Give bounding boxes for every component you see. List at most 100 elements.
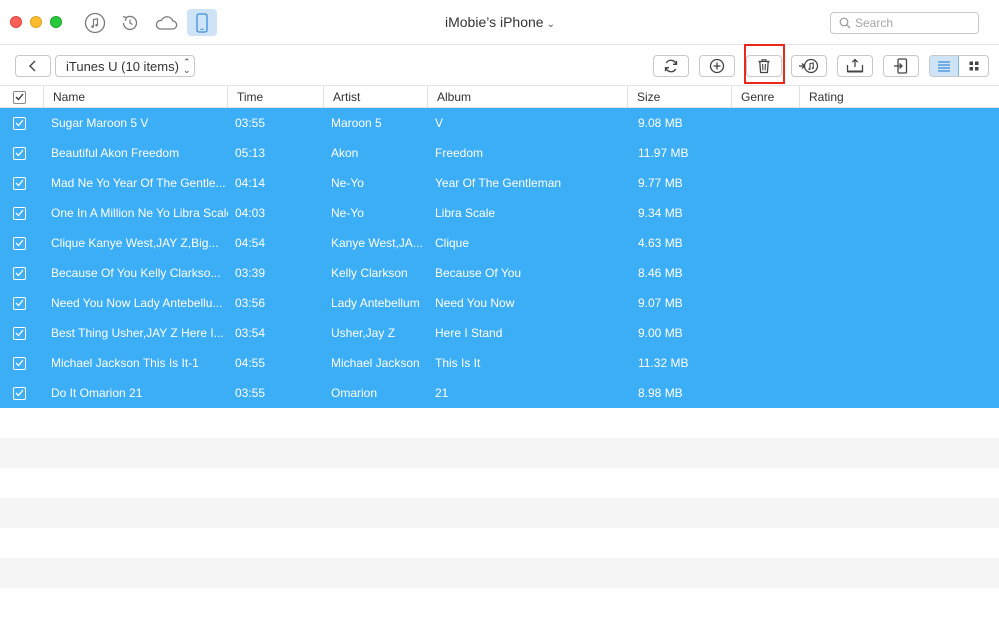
cell-genre — [732, 198, 800, 228]
cell-album: Year Of The Gentleman — [435, 176, 562, 190]
cell-time: 04:03 — [235, 206, 266, 220]
cell-artist: Usher,Jay Z — [331, 326, 396, 340]
list-view-button[interactable] — [930, 56, 960, 76]
cell-rating — [800, 348, 999, 378]
add-button[interactable] — [699, 55, 735, 77]
column-header-size[interactable]: Size — [628, 86, 732, 108]
table-row[interactable]: Sugar Maroon 5 V 03:55 Maroon 5 V 9.08 MB — [0, 108, 999, 138]
back-arrow-icon — [29, 60, 36, 72]
cell-genre — [732, 288, 800, 318]
cell-time: 03:56 — [235, 296, 266, 310]
select-all-checkbox[interactable] — [13, 90, 26, 104]
row-checkbox-cell — [0, 168, 44, 198]
table-row[interactable]: Because Of You Kelly Clarkso... 03:39 Kell… — [0, 258, 999, 288]
cell-genre — [732, 378, 800, 408]
empty-rows — [0, 408, 999, 618]
cell-time: 04:55 — [235, 356, 266, 370]
table-row[interactable]: Beautiful Akon Freedom 05:13 Akon Freedom 11… — [0, 138, 999, 168]
column-header-album[interactable]: Album — [428, 86, 628, 108]
music-icon — [84, 12, 106, 33]
checkmark-icon — [15, 359, 24, 367]
row-checkbox[interactable] — [13, 206, 26, 220]
table-row[interactable]: One In A Million Ne Yo Libra Scale 04:03 N… — [0, 198, 999, 228]
cloud-icon — [155, 15, 178, 30]
cell-name: Clique Kanye West,JAY Z,Big... — [51, 236, 219, 250]
restore-tab[interactable] — [115, 9, 145, 36]
category-select[interactable]: iTunes U (10 items) ⌃ ⌄ — [55, 55, 195, 77]
add-icon — [709, 58, 725, 74]
to-itunes-button[interactable] — [791, 55, 827, 77]
checkmark-icon — [15, 119, 24, 127]
send-to-device-button[interactable] — [883, 55, 919, 77]
row-checkbox[interactable] — [13, 116, 26, 130]
cell-name: Michael Jackson This Is It-1 — [51, 356, 199, 370]
table-row[interactable]: Best Thing Usher,JAY Z Here I... 03:54 Ush… — [0, 318, 999, 348]
cell-size: 8.98 MB — [638, 386, 683, 400]
row-checkbox[interactable] — [13, 326, 26, 340]
column-header-artist[interactable]: Artist — [324, 86, 428, 108]
cell-name: Need You Now Lady Antebellu... — [51, 296, 223, 310]
cell-rating — [800, 318, 999, 348]
minimize-window-button[interactable] — [30, 16, 42, 28]
empty-row — [0, 438, 999, 468]
cell-rating — [800, 378, 999, 408]
empty-row — [0, 558, 999, 588]
table-row[interactable]: Need You Now Lady Antebellu... 03:56 Lady … — [0, 288, 999, 318]
cell-genre — [732, 348, 800, 378]
cell-genre — [732, 318, 800, 348]
search-box[interactable] — [830, 12, 979, 34]
delete-button-highlight — [744, 44, 785, 84]
checkmark-icon — [15, 389, 24, 397]
cell-size: 11.97 MB — [638, 146, 689, 160]
column-header-rating[interactable]: Rating — [800, 86, 999, 108]
cell-genre — [732, 228, 800, 258]
icloud-tab[interactable] — [151, 9, 181, 36]
cell-genre — [732, 108, 800, 138]
items-table: Name Time Artist Album Size Genre Rating… — [0, 86, 999, 618]
row-checkbox[interactable] — [13, 296, 26, 310]
search-input[interactable] — [855, 16, 955, 30]
to-itunes-icon — [799, 58, 819, 74]
table-row[interactable]: Do It Omarion 21 03:55 Omarion 21 8.98 MB — [0, 378, 999, 408]
table-row[interactable]: Mad Ne Yo Year Of The Gentle... 04:14 Ne-Y… — [0, 168, 999, 198]
row-checkbox[interactable] — [13, 236, 26, 250]
row-checkbox[interactable] — [13, 386, 26, 400]
cell-name: One In A Million Ne Yo Libra Scale — [51, 206, 228, 220]
cell-time: 05:13 — [235, 146, 266, 160]
device-selector[interactable]: iMobie’s iPhone ⌄ — [400, 14, 600, 30]
cell-artist: Omarion — [331, 386, 378, 400]
row-checkbox-cell — [0, 198, 44, 228]
row-checkbox[interactable] — [13, 146, 26, 160]
close-window-button[interactable] — [10, 16, 22, 28]
grid-view-button[interactable] — [959, 56, 988, 76]
cell-artist: Kanye West,JA... — [331, 236, 423, 250]
cell-name: Beautiful Akon Freedom — [51, 146, 180, 160]
cell-size: 9.08 MB — [638, 116, 683, 130]
column-header-time[interactable]: Time — [228, 86, 324, 108]
view-toggle — [929, 55, 989, 77]
cell-size: 9.07 MB — [638, 296, 683, 310]
refresh-button[interactable] — [653, 55, 689, 77]
table-row[interactable]: Clique Kanye West,JAY Z,Big... 04:54 Kanye… — [0, 228, 999, 258]
cell-time: 03:55 — [235, 116, 266, 130]
column-header-name[interactable]: Name — [44, 86, 228, 108]
row-checkbox[interactable] — [13, 266, 26, 280]
column-header-genre[interactable]: Genre — [732, 86, 800, 108]
export-to-computer-button[interactable] — [837, 55, 873, 77]
cell-genre — [732, 258, 800, 288]
back-button[interactable] — [15, 55, 51, 77]
cell-album: Libra Scale — [435, 206, 496, 220]
zoom-window-button[interactable] — [50, 16, 62, 28]
music-tab[interactable] — [80, 9, 110, 36]
cell-rating — [800, 138, 999, 168]
table-row[interactable]: Michael Jackson This Is It-1 04:55 Michael… — [0, 348, 999, 378]
cell-size: 8.46 MB — [638, 266, 683, 280]
row-checkbox-cell — [0, 318, 44, 348]
up-down-chevron-icon: ⌃ ⌄ — [182, 57, 191, 75]
row-checkbox-cell — [0, 288, 44, 318]
cell-artist: Maroon 5 — [331, 116, 382, 130]
row-checkbox[interactable] — [13, 356, 26, 370]
device-title: iMobie’s iPhone — [445, 14, 544, 30]
row-checkbox[interactable] — [13, 176, 26, 190]
device-tab[interactable] — [187, 9, 217, 36]
